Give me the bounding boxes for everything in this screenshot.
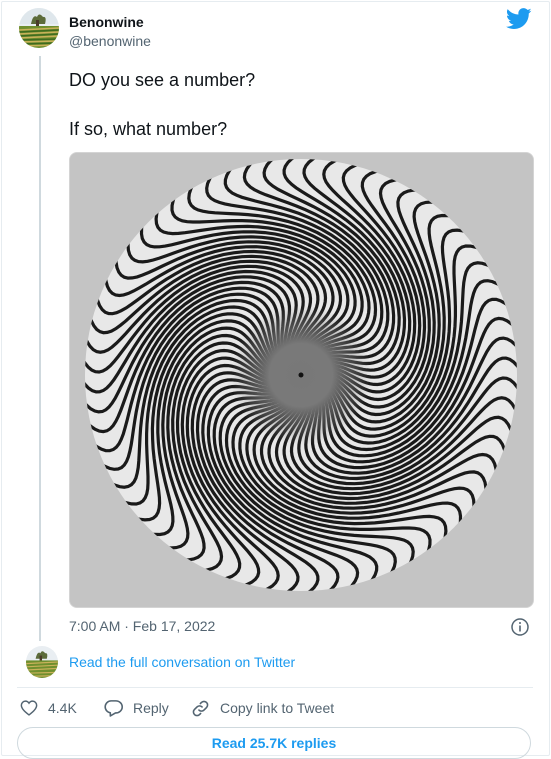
- tweet-text-line-2: If so, what number?: [69, 119, 228, 139]
- link-icon: [192, 700, 209, 716]
- reply-button[interactable]: Reply: [104, 697, 169, 719]
- heart-icon: [20, 700, 38, 716]
- tweet-text-line-1: DO you see a number?: [69, 70, 256, 90]
- speech-bubble-icon: [104, 700, 123, 717]
- tweet-timestamp[interactable]: 7:00 AM · Feb 17, 2022: [69, 618, 215, 634]
- like-button[interactable]: 4.4K: [20, 697, 77, 719]
- reply-label: Reply: [133, 700, 169, 716]
- author-avatar[interactable]: [19, 8, 59, 48]
- copy-link-button[interactable]: Copy link to Tweet: [191, 697, 334, 719]
- copy-link-label: Copy link to Tweet: [220, 700, 335, 716]
- tweet-media-image[interactable]: [69, 152, 534, 608]
- author-display-name[interactable]: Benonwine: [69, 14, 144, 30]
- read-conversation-link[interactable]: Read the full conversation on Twitter: [69, 654, 295, 670]
- info-icon[interactable]: [510, 617, 530, 637]
- twitter-bird-icon[interactable]: [506, 8, 532, 30]
- spiral-illusion-image: [70, 153, 533, 607]
- author-handle[interactable]: @benonwine: [69, 33, 151, 49]
- read-replies-button[interactable]: Read 25.7K replies: [17, 727, 531, 759]
- like-count: 4.4K: [48, 700, 77, 716]
- thread-connector-line: [39, 56, 41, 641]
- actions-divider: [17, 687, 533, 688]
- conversation-avatar[interactable]: [26, 646, 58, 678]
